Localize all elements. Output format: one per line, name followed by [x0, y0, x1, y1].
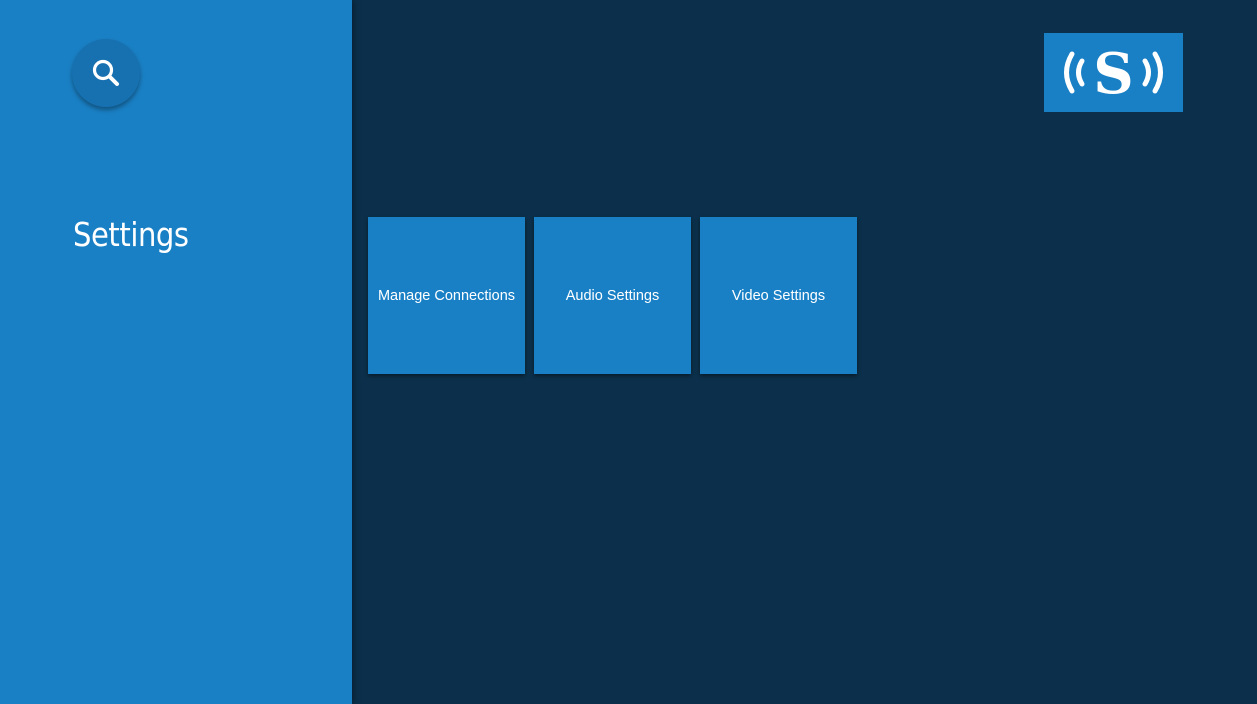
tile-audio-settings[interactable]: Audio Settings — [534, 217, 691, 374]
logo-letter: S — [1093, 41, 1133, 107]
tile-label: Manage Connections — [377, 287, 516, 304]
settings-screen: Settings S Manage Connections Audio Sett… — [0, 0, 1257, 704]
search-button[interactable] — [72, 39, 140, 107]
brand-logo: S — [1044, 33, 1183, 112]
tile-manage-connections[interactable]: Manage Connections — [368, 217, 525, 374]
settings-tiles: Manage Connections Audio Settings Video … — [368, 217, 857, 374]
tile-video-settings[interactable]: Video Settings — [700, 217, 857, 374]
main-content: S Manage Connections Audio Settings Vide… — [352, 0, 1257, 704]
sidebar: Settings — [0, 0, 352, 704]
tile-label: Video Settings — [731, 287, 826, 304]
page-title: Settings — [73, 215, 189, 254]
tile-label: Audio Settings — [565, 287, 660, 304]
search-icon — [92, 59, 119, 86]
